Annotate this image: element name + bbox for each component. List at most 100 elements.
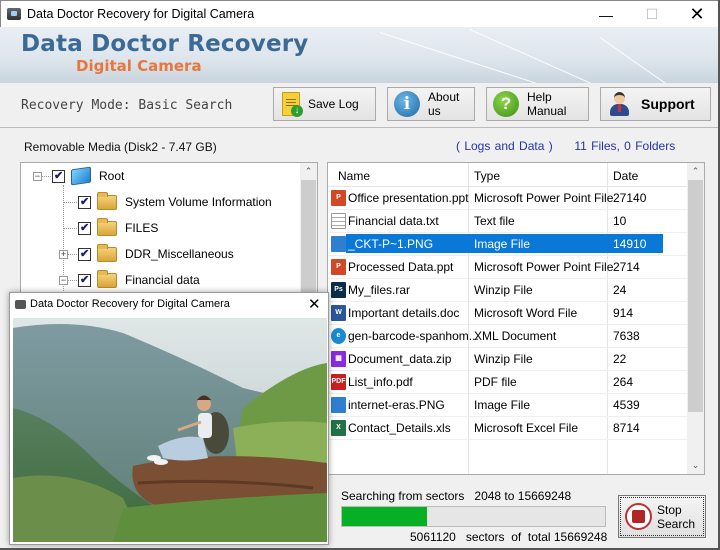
checkbox-checked[interactable] (78, 221, 91, 235)
logs-and-data-link[interactable]: ( Logs and Data ) (456, 139, 553, 153)
scroll-up-icon[interactable]: ⌃ (300, 163, 317, 180)
checkbox-checked[interactable] (78, 273, 91, 287)
file-row[interactable]: internet-eras.PNG Image File 4539 (328, 394, 688, 417)
tree-node-financial-data[interactable]: Financial data (78, 269, 200, 290)
tree-node-root[interactable]: Root (52, 166, 124, 186)
image-file-icon (331, 236, 346, 252)
file-row[interactable]: P Processed Data.ppt Microsoft Power Point… (328, 256, 688, 279)
photoshop-icon: Ps (331, 282, 346, 298)
current-sectors: 5061120 (410, 530, 456, 544)
file-name: Contact_Details.xls (348, 421, 451, 435)
expand-toggle[interactable]: + (59, 250, 68, 259)
checkbox-checked[interactable] (52, 169, 65, 183)
file-date: 4539 (613, 398, 640, 412)
preview-image (13, 318, 327, 542)
info-icon: i (394, 91, 420, 117)
folder-tree[interactable]: − Root System Volume Information FILES +… (20, 162, 318, 297)
scroll-up-icon[interactable]: ⌃ (687, 163, 704, 180)
ppt-icon: P (331, 190, 346, 206)
image-preview-window[interactable]: Data Doctor Recovery for Digital Camera … (9, 292, 329, 545)
file-list[interactable]: Name Type Date P Office presentation.ppt M… (327, 162, 705, 475)
preview-close-button[interactable]: ✕ (308, 295, 321, 313)
file-date: 7638 (613, 329, 640, 343)
tree-node-label: System Volume Information (125, 195, 272, 209)
recovery-mode-label: Recovery Mode: Basic Search (21, 98, 233, 113)
column-header-name[interactable]: Name (338, 169, 370, 183)
file-name: gen-barcode-spanhom... (348, 329, 479, 343)
about-us-button[interactable]: i About us (387, 87, 475, 121)
file-row[interactable]: W Important details.doc Microsoft Word Fil… (328, 302, 688, 325)
file-row[interactable]: X Contact_Details.xls Microsoft Excel File… (328, 417, 688, 440)
column-header-date[interactable]: Date (613, 169, 638, 183)
folder-icon (97, 217, 117, 236)
column-header-type[interactable]: Type (474, 169, 500, 183)
image-file-icon (331, 397, 346, 413)
tree-node-system-volume-information[interactable]: System Volume Information (78, 191, 272, 212)
help-manual-button[interactable]: ? Help Manual (486, 87, 589, 121)
scroll-thumb[interactable] (688, 180, 703, 412)
tree-node-files[interactable]: FILES (78, 217, 159, 238)
file-type: Microsoft Power Point File (474, 191, 614, 205)
scroll-thumb[interactable] (301, 180, 316, 296)
edge-icon: e (331, 328, 346, 344)
file-row[interactable]: e gen-barcode-spanhom... XML Document 7638 (328, 325, 688, 348)
about-us-label: About us (428, 90, 460, 118)
banner-streak (379, 32, 628, 83)
minimize-button[interactable]: — (583, 1, 629, 28)
file-type: Image File (474, 398, 531, 412)
file-name: Processed Data.ppt (348, 260, 454, 274)
file-date: 10 (613, 214, 627, 228)
file-date: 24 (613, 283, 627, 297)
checkbox-checked[interactable] (78, 247, 91, 261)
stop-search-label: Stop Search (657, 503, 703, 531)
file-row[interactable]: Ps My_files.rar Winzip File 24 (328, 279, 688, 302)
file-row[interactable]: Financial data.txt Text file 10 (328, 210, 688, 233)
file-type: Text file (474, 214, 515, 228)
save-log-button[interactable]: Save Log (273, 87, 376, 121)
file-count: 11 Files, 0 Folders (574, 139, 676, 153)
file-row[interactable]: _CKT-P~1.PNG Image File 14910 (328, 233, 688, 256)
search-label: Searching from sectors (341, 489, 465, 503)
total-sectors: sectors of total 15669248 (465, 530, 608, 544)
file-name: Financial data.txt (348, 214, 439, 228)
help-icon: ? (493, 91, 519, 117)
file-type: Image File (474, 237, 531, 251)
stop-search-button[interactable]: Stop Search (618, 495, 706, 538)
save-log-label: Save Log (308, 97, 359, 111)
file-date: 8714 (613, 421, 640, 435)
word-icon: W (331, 305, 346, 321)
file-row[interactable]: P Office presentation.ppt Microsoft Power … (328, 187, 688, 210)
file-list-header: Name Type Date (328, 163, 688, 187)
search-status: Searching from sectors 2048 to 15669248 (341, 489, 571, 503)
checkbox-checked[interactable] (78, 195, 91, 209)
app-camera-icon (7, 8, 21, 20)
banner-streak (599, 37, 699, 83)
collapse-toggle[interactable]: − (59, 276, 68, 285)
file-summary-row: ( Logs and Data ) 11 Files, 0 Folders (456, 139, 675, 153)
file-type: XML Document (474, 329, 557, 343)
media-label: Removable Media (Disk2 - 7.47 GB) (24, 140, 217, 154)
tree-node-ddr-miscellaneous[interactable]: DDR_Miscellaneous (78, 243, 234, 264)
file-date: 914 (613, 306, 634, 320)
tree-node-label: DDR_Miscellaneous (125, 247, 234, 261)
file-name: internet-eras.PNG (348, 398, 445, 412)
file-row[interactable]: PDF List_info.pdf PDF file 264 (328, 371, 688, 394)
tree-node-label: Root (99, 169, 125, 183)
file-list-scrollbar[interactable]: ⌃ ⌄ (687, 163, 704, 474)
support-button[interactable]: Support (600, 87, 711, 121)
folder-icon (97, 191, 117, 210)
sector-range: 2048 to 15669248 (474, 489, 572, 503)
maximize-button[interactable]: ☐ (629, 1, 675, 28)
window-title: Data Doctor Recovery for Digital Camera (27, 7, 255, 21)
close-button[interactable]: ✕ (674, 1, 720, 28)
scroll-down-icon[interactable]: ⌄ (687, 457, 704, 474)
collapse-toggle[interactable]: − (33, 172, 42, 181)
file-type: Winzip File (474, 352, 533, 366)
file-name: List_info.pdf (348, 375, 413, 389)
tree-scrollbar[interactable]: ⌃ (300, 163, 317, 296)
tree-node-label: FILES (125, 221, 159, 235)
app-camera-icon (15, 300, 26, 309)
file-row[interactable]: ▦ Document_data.zip Winzip File 22 (328, 348, 688, 371)
file-type: Microsoft Word File (474, 306, 578, 320)
file-name: Office presentation.ppt (348, 191, 469, 205)
